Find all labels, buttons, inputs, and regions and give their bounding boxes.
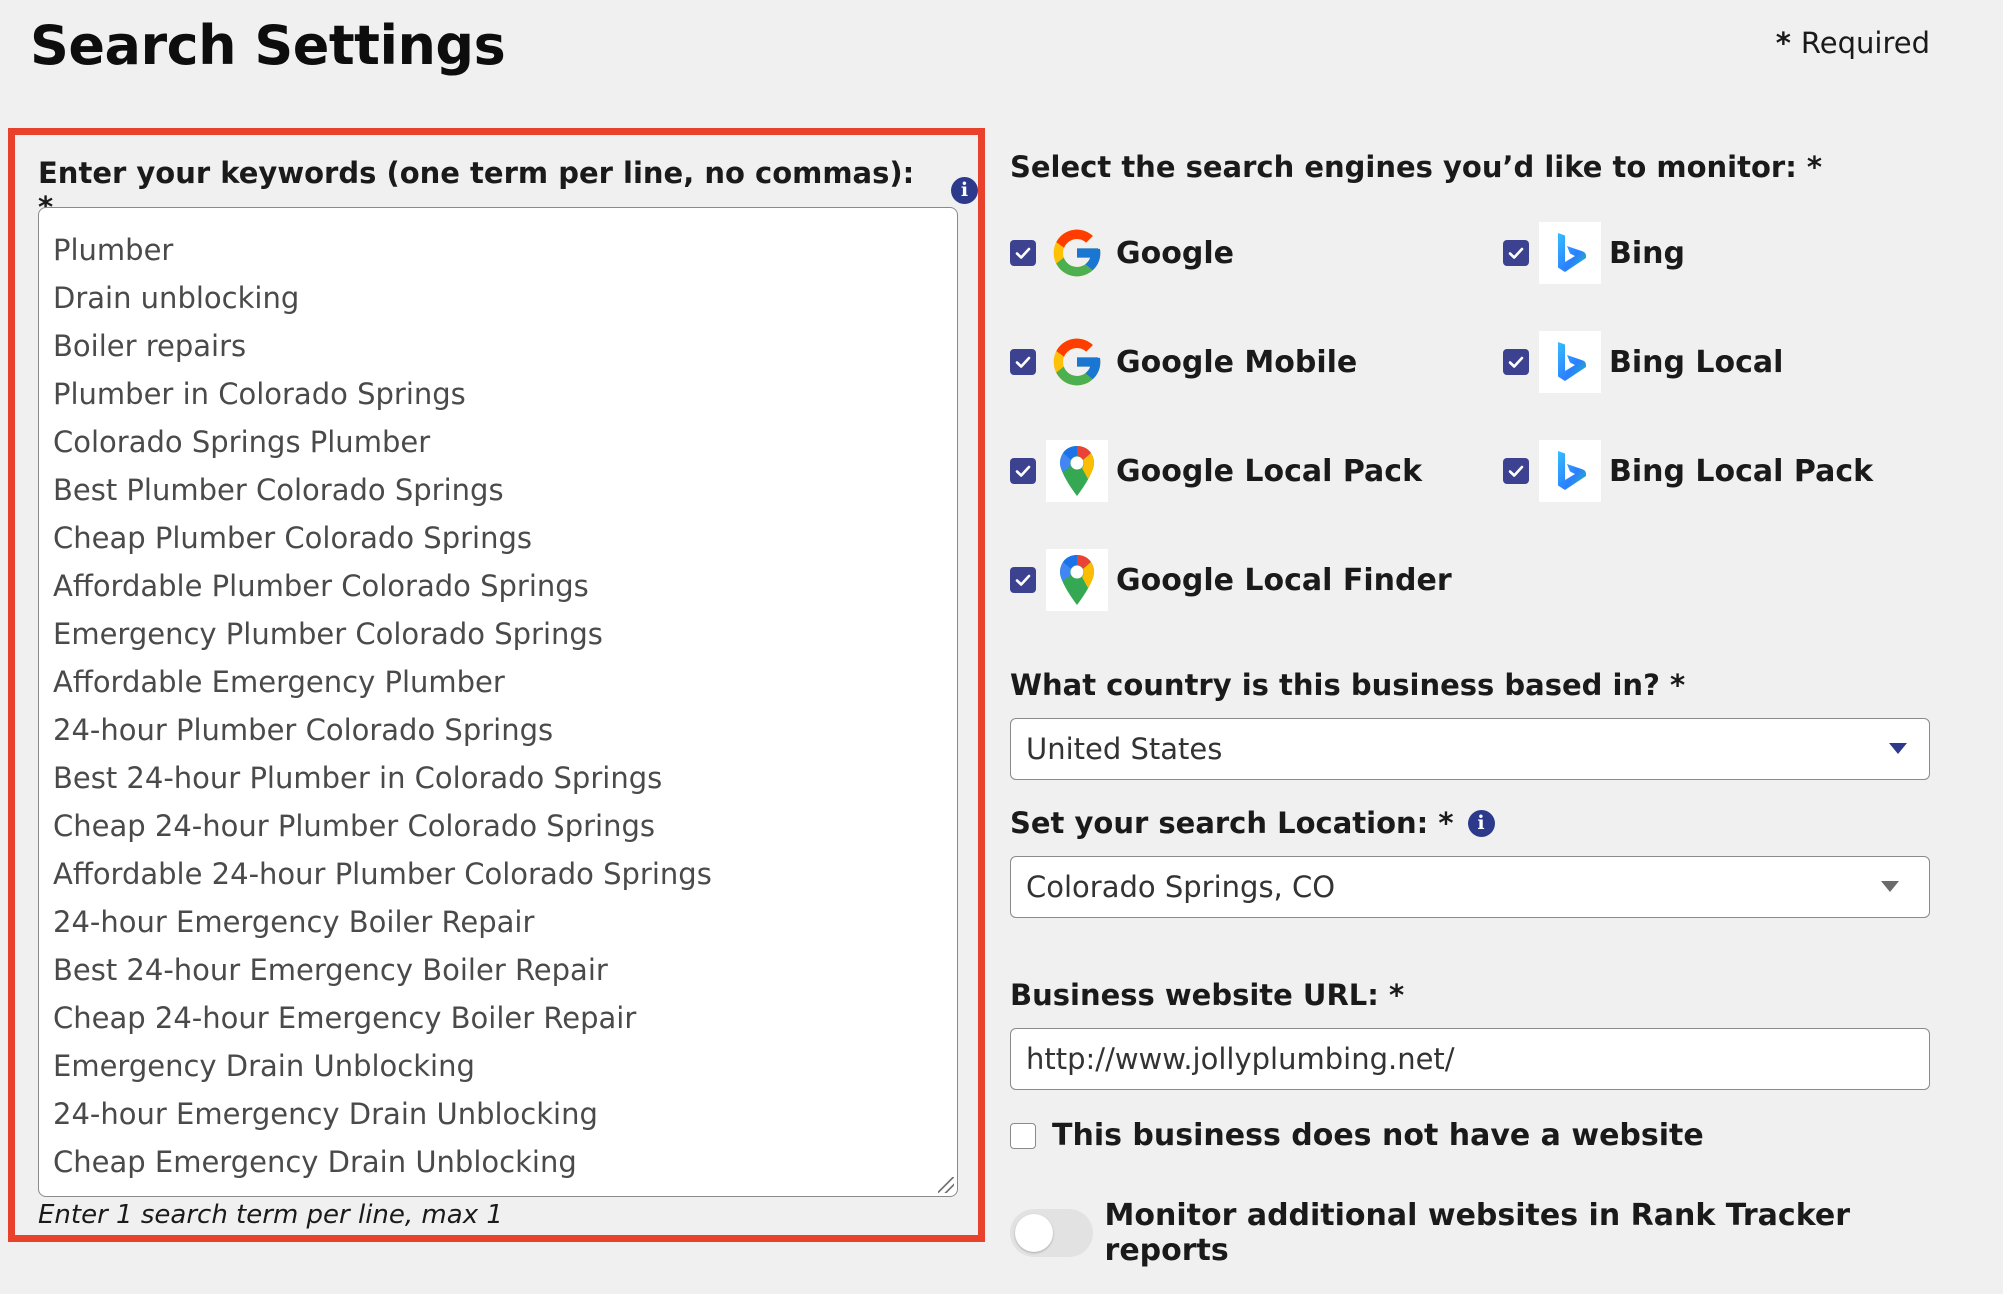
engine-name: Bing Local Pack [1609, 453, 1874, 489]
website-url-input[interactable]: http://www.jollyplumbing.net/ [1010, 1028, 1930, 1090]
keyword-line: Plumber in Colorado Springs [53, 377, 466, 411]
keyword-line: Drain unblocking [53, 281, 300, 315]
google-g-icon [1046, 331, 1108, 393]
monitor-additional-label: Monitor additional websites in Rank Trac… [1104, 1198, 1850, 1268]
keyword-line: Cheap 24-hour Emergency Boiler Repair [53, 1001, 637, 1035]
keyword-line: Colorado Springs Plumber [53, 425, 431, 459]
keyword-line: Affordable Plumber Colorado Springs [53, 569, 589, 603]
bing-icon [1539, 331, 1601, 393]
check-icon [1015, 574, 1031, 586]
no-website-label: This business does not have a website [1052, 1118, 1704, 1153]
website-label: Business website URL: * [1010, 978, 1405, 1012]
engine-name: Bing Local [1609, 344, 1784, 380]
keyword-line: Best 24-hour Emergency Boiler Repair [53, 953, 608, 987]
keyword-line: Best Plumber Colorado Springs [53, 473, 504, 507]
keyword-line: Plumber [53, 233, 174, 267]
engine-bing-local-checkbox[interactable] [1503, 349, 1529, 375]
keyword-line: Emergency Drain Unblocking [53, 1049, 475, 1083]
keywords-textarea[interactable]: Plumber Drain unblocking Boiler repairs … [38, 207, 958, 1197]
engine-bing[interactable]: Bing [1503, 222, 1685, 284]
engine-google-local-finder[interactable]: Google Local Finder [1010, 549, 1452, 611]
keyword-line: 24-hour Emergency Boiler Repair [53, 905, 535, 939]
check-icon [1015, 356, 1031, 368]
info-icon[interactable]: i [1467, 809, 1495, 837]
engine-bing-local-pack-checkbox[interactable] [1503, 458, 1529, 484]
location-label: Set your search Location: * [1010, 806, 1454, 840]
engine-bing-local[interactable]: Bing Local [1503, 331, 1783, 393]
keyword-line: Affordable Emergency Plumber [53, 665, 505, 699]
keyword-line: Affordable 24-hour Plumber Colorado Spri… [53, 857, 712, 891]
required-note: * Required [1776, 26, 1930, 60]
check-icon [1508, 465, 1524, 477]
page-title: Search Settings [30, 14, 506, 77]
engine-name: Google Mobile [1116, 344, 1358, 380]
chevron-down-icon [1881, 881, 1899, 892]
no-website-checkbox[interactable] [1010, 1122, 1036, 1149]
engine-google-local-finder-checkbox[interactable] [1010, 567, 1036, 593]
engine-name: Google [1116, 235, 1234, 271]
required-star: * [1775, 26, 1791, 60]
bing-icon [1539, 440, 1601, 502]
check-icon [1015, 465, 1031, 477]
engines-label: Select the search engines you’d like to … [1010, 150, 1823, 184]
keywords-panel: Enter your keywords (one term per line, … [8, 128, 985, 1242]
engine-google-checkbox[interactable] [1010, 240, 1036, 266]
check-icon [1015, 247, 1031, 259]
engine-google-local-pack[interactable]: Google Local Pack [1010, 440, 1422, 502]
country-select-value: United States [1026, 732, 1223, 766]
country-label: What country is this business based in? … [1010, 668, 1686, 702]
google-maps-pin-icon [1046, 549, 1108, 611]
keyword-line: Emergency Plumber Colorado Springs [53, 617, 603, 651]
engine-google[interactable]: Google [1010, 222, 1234, 284]
location-label-row: Set your search Location: * i [1010, 806, 1495, 840]
keyword-line: Boiler repairs [53, 329, 247, 363]
bing-icon [1539, 222, 1601, 284]
resize-handle[interactable] [938, 1177, 954, 1193]
keyword-line: 24-hour Emergency Drain Unblocking [53, 1097, 598, 1131]
google-maps-pin-icon [1046, 440, 1108, 502]
country-select[interactable]: United States [1010, 718, 1930, 780]
required-text: Required [1800, 26, 1930, 60]
website-url-value: http://www.jollyplumbing.net/ [1026, 1042, 1455, 1076]
engine-google-mobile[interactable]: Google Mobile [1010, 331, 1357, 393]
engine-google-local-pack-checkbox[interactable] [1010, 458, 1036, 484]
keyword-line: 24-hour Plumber Colorado Springs [53, 713, 554, 747]
no-website-row[interactable]: This business does not have a website [1010, 1118, 1704, 1153]
toggle-knob [1015, 1214, 1053, 1252]
engine-bing-checkbox[interactable] [1503, 240, 1529, 266]
keyword-line: Cheap Emergency Drain Unblocking [53, 1145, 577, 1179]
chevron-down-icon [1889, 743, 1907, 754]
check-icon [1508, 356, 1524, 368]
engine-bing-local-pack[interactable]: Bing Local Pack [1503, 440, 1873, 502]
engine-name: Bing [1609, 235, 1685, 271]
engine-name: Google Local Finder [1116, 562, 1452, 598]
location-select[interactable]: Colorado Springs, CO [1010, 856, 1930, 918]
monitor-additional-toggle[interactable] [1010, 1209, 1093, 1257]
keyword-line: Cheap Plumber Colorado Springs [53, 521, 532, 555]
google-g-icon [1046, 222, 1108, 284]
keyword-line: Cheap 24-hour Plumber Colorado Springs [53, 809, 655, 843]
check-icon [1508, 247, 1524, 259]
keyword-line: Best 24-hour Plumber in Colorado Springs [53, 761, 663, 795]
info-icon[interactable]: i [951, 176, 978, 204]
engine-google-mobile-checkbox[interactable] [1010, 349, 1036, 375]
keywords-hint: Enter 1 search term per line, max 1 [38, 1200, 503, 1230]
location-select-value: Colorado Springs, CO [1026, 870, 1336, 904]
monitor-additional-row: Monitor additional websites in Rank Trac… [1010, 1198, 1930, 1268]
engine-name: Google Local Pack [1116, 453, 1423, 489]
